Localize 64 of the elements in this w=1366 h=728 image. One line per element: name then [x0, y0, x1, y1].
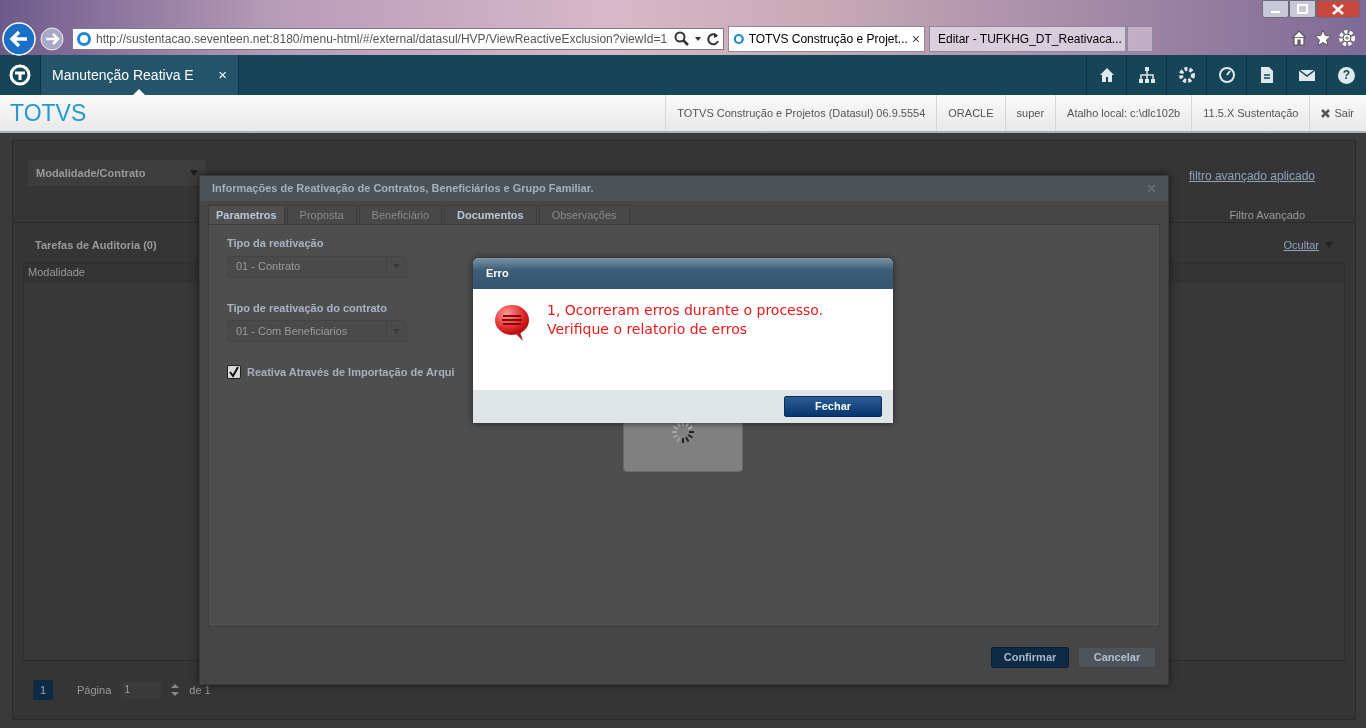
star-icon[interactable] [1314, 29, 1332, 47]
logout-link[interactable]: Sair [1309, 95, 1366, 131]
close-icon [1332, 3, 1344, 15]
modal-title: Informações de Reativação de Contratos, Beneficiários e Grupo Familiar. [212, 181, 594, 197]
header-info: super [1016, 105, 1045, 121]
maximize-button[interactable] [1289, 0, 1316, 18]
settings-icon[interactable] [1177, 66, 1196, 84]
logo-icon[interactable] [9, 64, 31, 86]
gear-icon[interactable] [1338, 29, 1356, 47]
dialog-title: Erro [473, 258, 893, 289]
header-info: Atalho local: c:\dlc102b [1067, 105, 1181, 121]
section-title: Tarefas de Auditoria (0) [35, 238, 157, 253]
close-dialog-button[interactable]: Fechar [784, 396, 882, 417]
modal-tab[interactable]: Documentos [444, 205, 537, 224]
modal-button[interactable]: Confirmar [991, 647, 1069, 668]
browser-tab[interactable]: TOTVS Construção e Projet... × [728, 26, 925, 52]
tab-title: Manutenção Reativa E [52, 65, 194, 85]
header-info: 11.5.X Sustentação [1203, 105, 1299, 121]
tab-close-button[interactable]: × [218, 63, 227, 87]
tab-title: TOTVS Construção e Projet... [748, 31, 908, 48]
forward-icon[interactable] [39, 26, 65, 52]
error-message: 1, Ocorreram erros durante o processo. Verifique o relatorio de erros [547, 301, 824, 339]
close-button[interactable] [1316, 0, 1360, 18]
field-label: Tipo de reativação do contrato [227, 300, 387, 316]
brand-logo: TOTVS [9, 98, 88, 128]
globe-icon [76, 31, 92, 47]
search-icon[interactable] [674, 31, 690, 47]
minimize-icon [1271, 11, 1280, 13]
pager-label: Página [77, 682, 112, 698]
app-tab[interactable]: Manutenção Reativa E × [40, 55, 239, 95]
column-header: Modalidade [28, 265, 85, 281]
minimize-button[interactable] [1262, 0, 1289, 18]
maximize-icon [1297, 4, 1308, 14]
sitemap-icon[interactable] [1137, 66, 1156, 84]
globe-icon [733, 31, 745, 47]
checkbox[interactable] [227, 365, 241, 380]
hide-link[interactable]: Ocultar [1283, 237, 1319, 254]
help-button[interactable]: ? [1338, 66, 1355, 84]
tab-close-button[interactable]: × [911, 32, 920, 46]
browser-tab[interactable]: Editar - TUFKHG_DT_Reativaca... [929, 26, 1126, 52]
select-field[interactable]: 01 - Com Beneficiarios [227, 320, 407, 342]
filter-link[interactable]: filtro avançado aplicado [1188, 167, 1315, 185]
page-input[interactable]: 1 [121, 681, 162, 699]
home-icon[interactable] [1290, 29, 1308, 47]
tab-title: Editar - TUFKHG_DT_Reativaca... [938, 31, 1122, 48]
caret-icon [190, 170, 198, 176]
select-field[interactable]: 01 - Contrato [227, 255, 407, 278]
header-info: ORACLE [948, 105, 994, 121]
select-field[interactable]: Modalidade/Contrato [27, 159, 207, 187]
address-bar[interactable]: http://sustentacao.seventeen.net:8180/menu-html/#/external/datasul/HVP/ViewReactiveExclusion?viewId=1 [72, 28, 724, 50]
spinner-arrows-icon[interactable] [171, 683, 180, 697]
modal-tab[interactable]: Parametros [208, 205, 285, 224]
back-icon[interactable] [2, 22, 36, 56]
page-button[interactable]: 1 [33, 680, 53, 700]
field-label: Tipo da reativação [227, 236, 324, 251]
checkbox-label: Reativa Através de Importação de Arqui [247, 365, 455, 380]
close-icon [1321, 108, 1331, 118]
pager-total: de 1 [189, 682, 211, 698]
refresh-icon[interactable] [706, 31, 720, 47]
gauge-icon[interactable] [1217, 66, 1236, 84]
modal-button[interactable]: Cancelar [1078, 647, 1156, 668]
url-text: http://sustentacao.seventeen.net:8180/menu-html/#/external/datasul/HVP/ViewReactiveExclusion?viewId=1 [96, 31, 669, 48]
filter-button[interactable]: Filtro Avançado [1229, 207, 1305, 224]
header-info: TOTVS Construção e Projetos (Datasul) 06.9.5554 [677, 105, 926, 121]
